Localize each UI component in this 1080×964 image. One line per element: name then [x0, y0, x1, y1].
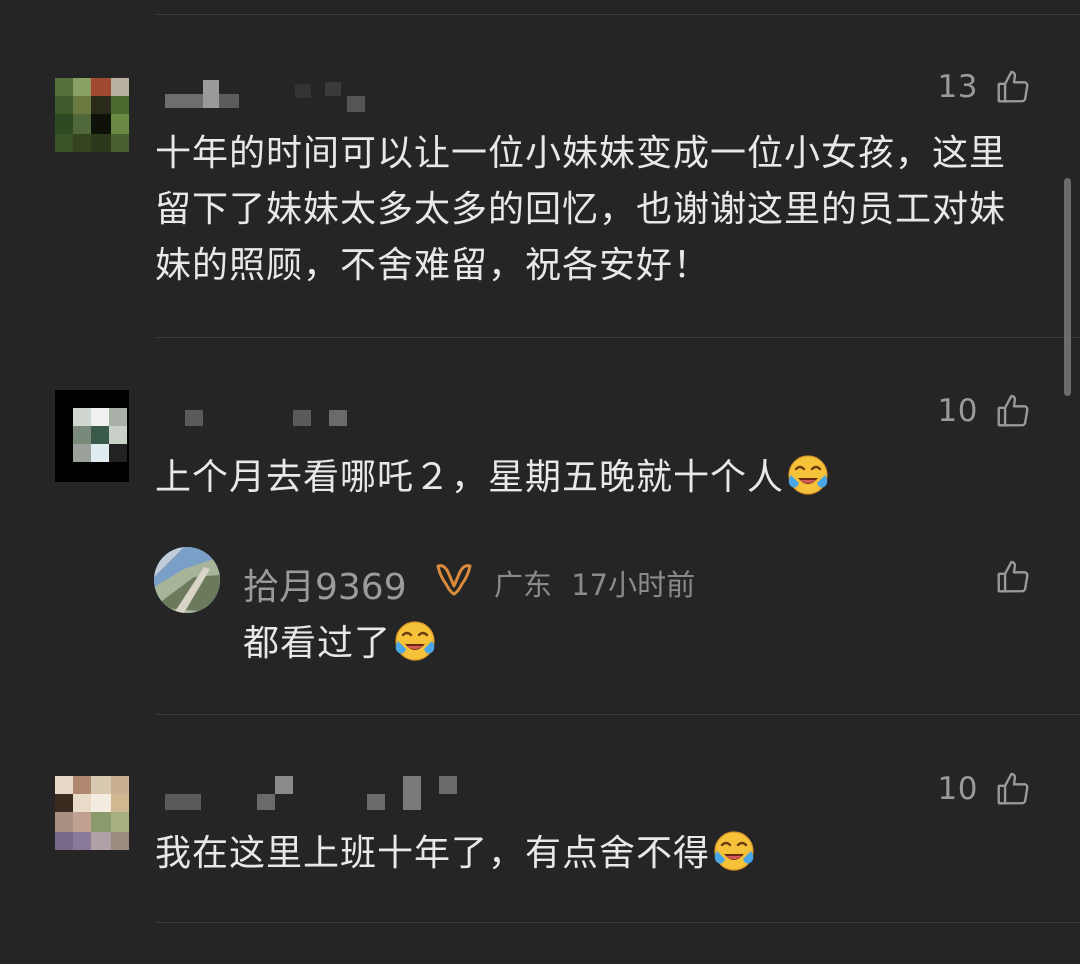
reply-text: 都看过了: [243, 616, 1023, 672]
thumbs-up-icon: [994, 68, 1032, 106]
like-button[interactable]: 10: [938, 392, 1032, 430]
avatar[interactable]: [55, 390, 129, 482]
comment-text: 十年的时间可以让一位小妹妹变成一位小女孩，这里留下了妹妹太多太多的回忆，也谢谢这…: [155, 133, 1007, 286]
thumbs-up-icon: [994, 392, 1032, 430]
crying-laughing-emoji: [393, 619, 437, 663]
reply-text-content: 都看过了: [243, 623, 392, 664]
reply-avatar[interactable]: [154, 547, 220, 613]
divider: [155, 922, 1080, 923]
divider: [155, 714, 1080, 715]
reply-username[interactable]: 拾月9369: [243, 558, 407, 610]
like-count: 10: [937, 393, 978, 429]
comment-text-content: 我在这里上班十年了，有点舍不得: [155, 833, 711, 874]
reply-location: 广东: [494, 568, 553, 602]
like-button[interactable]: 10: [938, 770, 1032, 808]
thumbs-up-icon: [994, 558, 1032, 596]
divider: [155, 337, 1080, 338]
like-button[interactable]: 13: [938, 68, 1032, 106]
like-count: 10: [937, 771, 978, 807]
comment-text-content: 上个月去看哪吒２，星期五晚就十个人: [155, 457, 785, 498]
comment-text: 我在这里上班十年了，有点舍不得: [155, 826, 1035, 882]
crying-laughing-emoji: [786, 453, 830, 497]
username-redacted[interactable]: [165, 774, 465, 814]
vip-badge-icon: [436, 564, 472, 596]
comment-text: 上个月去看哪吒２，星期五晚就十个人: [155, 450, 1035, 506]
divider: [155, 14, 1080, 15]
landscape-photo: [154, 547, 220, 613]
reply-like-button[interactable]: [994, 558, 1032, 596]
thumbs-up-icon: [994, 770, 1032, 808]
username-redacted[interactable]: [165, 400, 365, 436]
crying-laughing-emoji: [712, 829, 756, 873]
reply-meta: 广东 17小时前: [494, 562, 695, 604]
avatar[interactable]: [55, 776, 129, 850]
avatar[interactable]: [55, 78, 129, 152]
like-count: 13: [937, 69, 978, 105]
scrollbar[interactable]: [1064, 178, 1071, 396]
comment-list: 13 十年的时间可以让一位小妹妹变成一位小女孩，这里留下了妹妹太多太多的回忆，也…: [0, 0, 1080, 964]
username-redacted[interactable]: [165, 78, 375, 114]
reply-time: 17小时前: [571, 568, 696, 602]
